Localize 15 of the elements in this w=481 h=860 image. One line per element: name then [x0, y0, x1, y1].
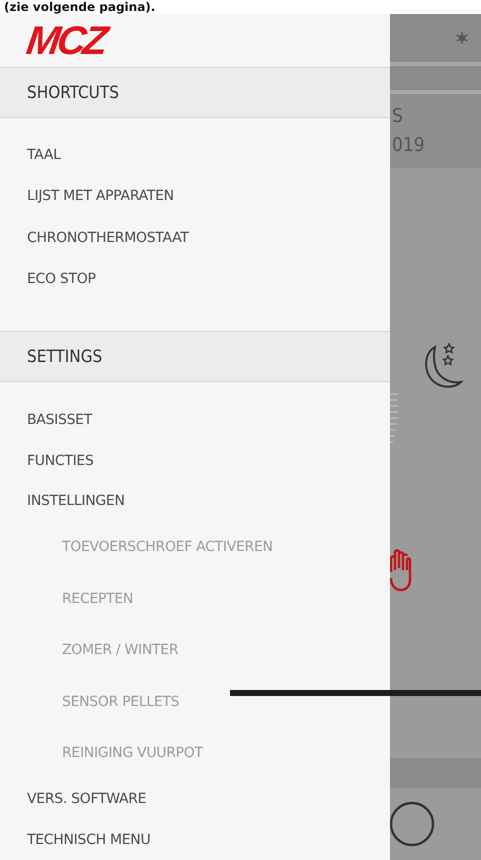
section-header: SETTINGS	[0, 331, 390, 382]
menu-item[interactable]: FUNCTIES	[0, 440, 390, 481]
menu-item[interactable]: VERS. SOFTWARE	[0, 779, 390, 820]
menu-item[interactable]: INSTELLINGEN	[0, 481, 390, 522]
menu-item[interactable]: LIJST MET APPARATEN	[0, 176, 390, 217]
menu-item[interactable]: TAAL	[0, 134, 390, 176]
menu-item[interactable]: BASISSET	[0, 400, 390, 440]
menu-item[interactable]: CHRONOTHERMOSTAAT	[0, 217, 390, 258]
dial-ticks-drawing	[390, 393, 398, 443]
date-text: S	[392, 104, 404, 129]
menu-item[interactable]: TECHNISCH MENU	[0, 820, 390, 860]
date-text: 019	[392, 133, 426, 158]
section-header: SHORTCUTS	[0, 67, 390, 118]
caption-text: (zie volgende pagina).	[4, 0, 156, 14]
menu-item[interactable]: ECO STOP	[0, 258, 390, 300]
